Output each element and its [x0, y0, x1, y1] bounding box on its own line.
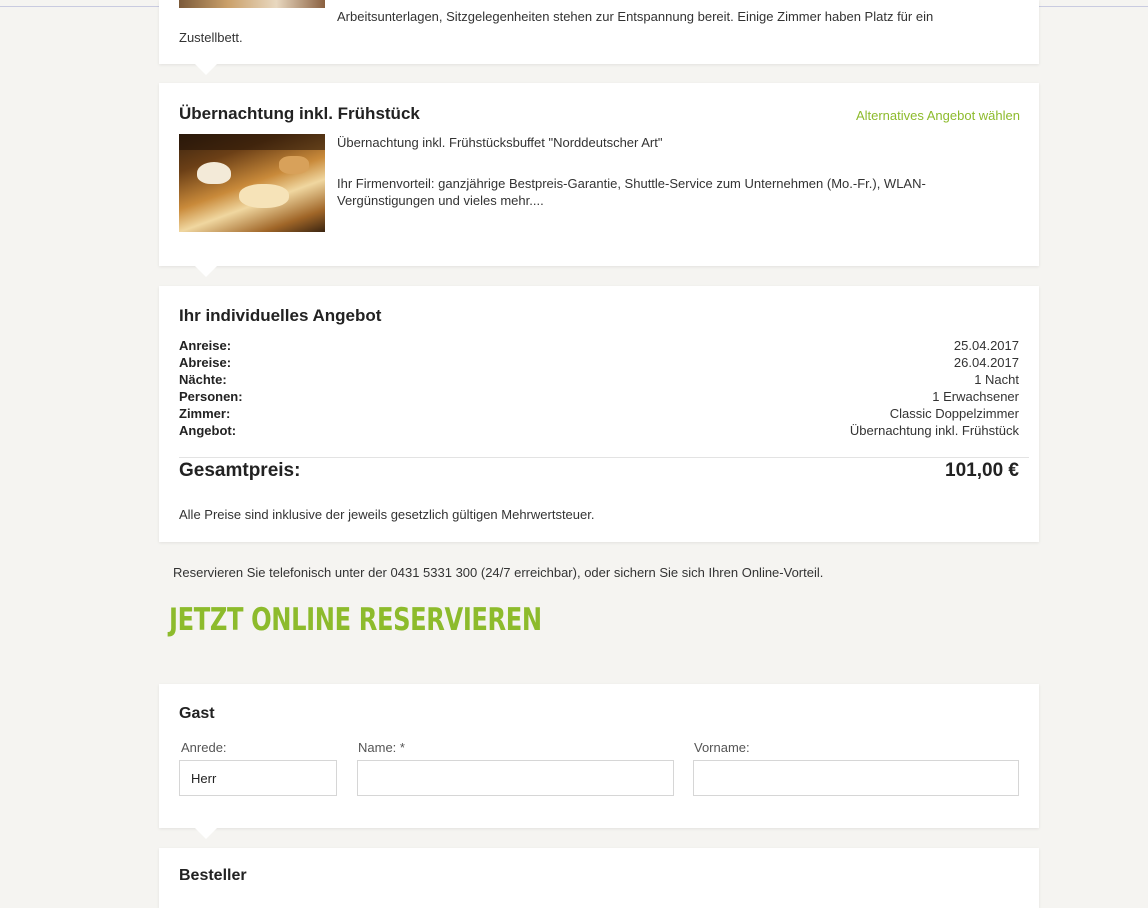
card-connector	[195, 64, 217, 75]
name-label: Name: *	[358, 740, 405, 755]
summary-value: 1 Nacht	[974, 372, 1019, 387]
summary-row-departure: Abreise: 26.04.2017	[179, 355, 1019, 372]
summary-row-room: Zimmer: Classic Doppelzimmer	[179, 406, 1019, 423]
orderer-form-card: Besteller	[159, 848, 1039, 908]
reserve-online-heading: JETZT ONLINE RESERVIEREN	[169, 602, 542, 638]
alternative-offer-link[interactable]: Alternatives Angebot wählen	[856, 108, 1020, 123]
summary-label: Abreise:	[179, 355, 232, 370]
summary-label: Nächte:	[179, 372, 227, 387]
offer-title: Übernachtung inkl. Frühstück	[179, 104, 420, 123]
summary-value: 1 Erwachsener	[932, 389, 1019, 404]
summary-value: 25.04.2017	[953, 338, 1019, 353]
summary-row-persons: Personen: 1 Erwachsener	[179, 389, 1019, 406]
summary-row-offer: Angebot: Übernachtung inkl. Frühstück	[179, 423, 1019, 440]
card-connector	[195, 266, 217, 277]
total-price-value: 101,00 €	[945, 460, 1019, 481]
firstname-input[interactable]	[693, 760, 1019, 796]
summary-row-arrival: Anreise: 25.04.2017	[179, 338, 1019, 355]
summary-label: Zimmer:	[179, 406, 231, 421]
summary-value: Classic Doppelzimmer	[889, 406, 1019, 421]
room-description-card: Arbeitsunterlagen, Sitzgelegenheiten ste…	[159, 0, 1039, 75]
summary-label: Personen:	[179, 389, 243, 404]
offer-description: Übernachtung inkl. Frühstücksbuffet "Nor…	[337, 135, 663, 150]
summary-divider	[179, 457, 1029, 458]
summary-value: Übernachtung inkl. Frühstück	[849, 423, 1019, 438]
guest-section-title: Gast	[179, 705, 215, 722]
total-price-row: Gesamtpreis: 101,00 €	[179, 460, 1019, 484]
room-image	[179, 0, 325, 8]
summary-row-nights: Nächte: 1 Nacht	[179, 372, 1019, 389]
firstname-label: Vorname:	[694, 740, 750, 755]
vat-note: Alle Preise sind inklusive der jeweils g…	[179, 507, 595, 522]
summary-label: Angebot:	[179, 423, 237, 438]
room-description-line1: Arbeitsunterlagen, Sitzgelegenheiten ste…	[337, 9, 934, 24]
phone-reservation-note: Reservieren Sie telefonisch unter der 04…	[173, 565, 824, 580]
total-price-label: Gesamtpreis:	[179, 460, 301, 481]
orderer-section-title: Besteller	[179, 867, 247, 884]
guest-form-card: Gast Anrede: Name: * Vorname:	[159, 684, 1039, 839]
offer-card: Übernachtung inkl. Frühstück Alternative…	[159, 83, 1039, 277]
summary-title: Ihr individuelles Angebot	[179, 306, 382, 325]
offer-benefits: Ihr Firmenvorteil: ganzjährige Bestpreis…	[337, 176, 926, 208]
salutation-label: Anrede:	[181, 740, 227, 755]
card-connector	[195, 828, 217, 839]
breakfast-buffet-image	[179, 134, 325, 232]
name-input[interactable]	[357, 760, 674, 796]
offer-summary-card: Ihr individuelles Angebot Anreise: 25.04…	[159, 286, 1039, 542]
salutation-field[interactable]	[179, 760, 337, 796]
room-description-line2: Zustellbett.	[179, 30, 243, 45]
summary-value: 26.04.2017	[953, 355, 1019, 370]
summary-label: Anreise:	[179, 338, 232, 353]
